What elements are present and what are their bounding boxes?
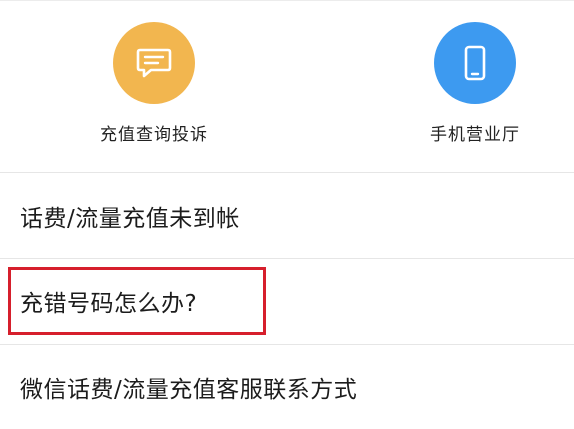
smartphone-icon — [464, 45, 486, 81]
faq-item-label: 话费/流量充值未到帐 — [20, 206, 240, 232]
shortcut-label: 手机营业厅 — [430, 125, 520, 145]
highlight-box — [8, 267, 266, 335]
shortcut-recharge-complaint-circle — [113, 22, 195, 104]
shortcut-mobile-hall-circle — [434, 22, 516, 104]
shortcut-mobile-hall[interactable]: 手机营业厅 — [385, 22, 565, 145]
shortcut-recharge-complaint[interactable]: 充值查询投诉 — [64, 22, 244, 145]
top-border — [0, 0, 574, 1]
chat-bubble-icon — [136, 48, 172, 78]
faq-item-recharge-not-received[interactable]: 话费/流量充值未到帐 — [0, 174, 574, 258]
faq-item-customer-service[interactable]: 微信话费/流量充值客服联系方式 — [0, 345, 574, 429]
divider — [0, 172, 574, 173]
faq-item-label: 微信话费/流量充值客服联系方式 — [20, 377, 358, 403]
shortcut-label: 充值查询投诉 — [100, 125, 208, 145]
